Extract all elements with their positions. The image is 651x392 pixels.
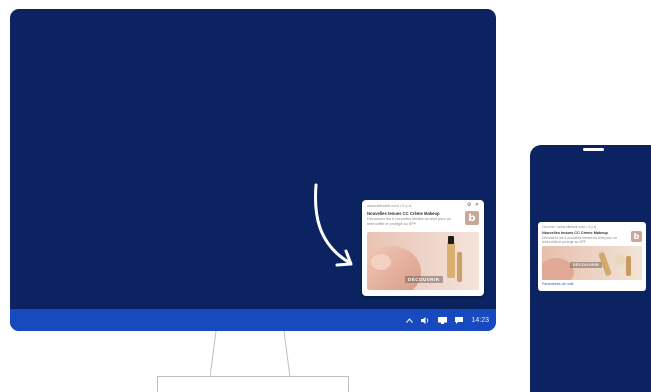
monitor-stand-neck: [209, 330, 294, 382]
notification-body: Découvrez les 5 nouvelles teintes du tei…: [367, 217, 452, 226]
message-icon[interactable]: [455, 316, 464, 324]
notification-source: www.siteweb.com • Il y a: [367, 203, 411, 208]
desktop-monitor-screen: www.siteweb.com • Il y a ⚙ ✕ Nouvelles t…: [10, 9, 496, 331]
notification-title: Nouvelles tenues CC Crème Makeup: [542, 231, 608, 235]
notification-image[interactable]: DÉCOUVRIR: [542, 246, 642, 280]
device-mockup-scene: www.siteweb.com • Il y a ⚙ ✕ Nouvelles t…: [0, 0, 651, 392]
brand-logo: b: [631, 231, 642, 242]
taskbar-clock[interactable]: 14:23: [471, 317, 489, 324]
notification-body: Découvrez les 5 nouvelles teintes du tei…: [542, 236, 618, 244]
system-tray: 14:23: [406, 309, 489, 331]
monitor-stand-base: [157, 376, 349, 392]
display-icon[interactable]: [438, 316, 448, 324]
phone-notch: [583, 148, 604, 151]
speaker-icon[interactable]: [421, 316, 430, 324]
notification-cta: DÉCOUVRIR: [405, 276, 443, 283]
brand-logo: b: [465, 211, 479, 225]
curved-arrow-icon: [310, 181, 360, 281]
notification-cta: DÉCOUVRIR: [570, 262, 603, 268]
taskbar: 14:23: [10, 309, 496, 331]
chevron-up-icon[interactable]: [406, 317, 414, 323]
notification-title: Nouvelles tenues CC Crème Makeup: [367, 211, 440, 216]
desktop-push-notification[interactable]: www.siteweb.com • Il y a ⚙ ✕ Nouvelles t…: [362, 200, 484, 296]
notification-actions: ⚙ ✕: [467, 202, 480, 208]
mobile-push-notification[interactable]: Chrome • www.siteweb.com • il y a Nouvel…: [538, 222, 646, 291]
notification-image[interactable]: DÉCOUVRIR: [367, 232, 479, 290]
settings-icon[interactable]: ⚙: [467, 202, 472, 208]
mobile-phone-screen: Chrome • www.siteweb.com • il y a Nouvel…: [530, 145, 651, 392]
notification-settings-link[interactable]: Paramètres de notif.: [542, 282, 574, 286]
close-icon[interactable]: ✕: [475, 202, 480, 208]
notification-source: Chrome • www.siteweb.com • il y a: [542, 225, 596, 229]
